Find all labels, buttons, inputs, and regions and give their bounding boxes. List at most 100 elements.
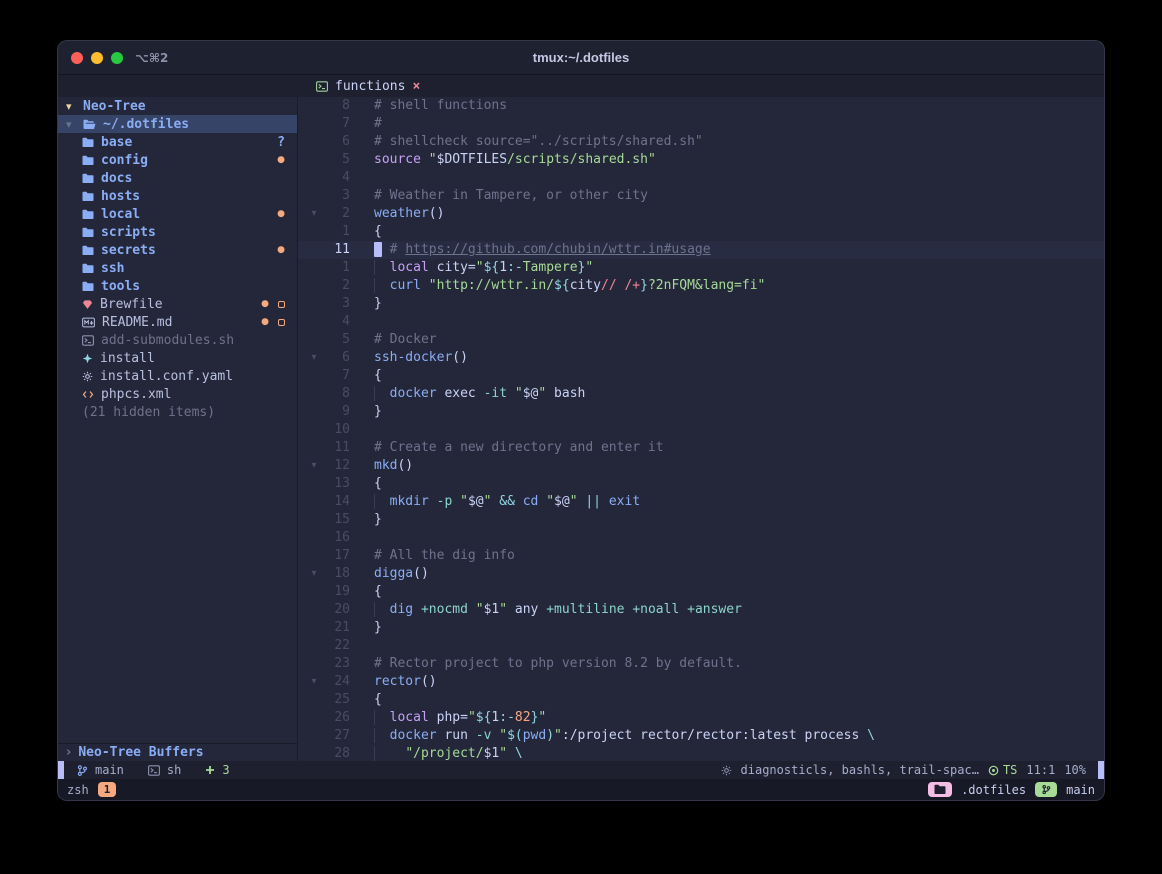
code-line-11[interactable]: 2 curl "http://wttr.in/${city// /+}?2nFQ… [298,277,1104,295]
tree-item-hosts[interactable]: hosts [58,187,297,205]
code-line-16[interactable]: 7{ [298,367,1104,385]
tree-root-label: ~/.dotfiles [103,117,189,132]
folder-icon [82,191,94,202]
tree-item-label: secrets [101,243,156,258]
neotree-title-row[interactable]: ▾Neo-Tree [58,97,297,115]
code-line-1[interactable]: 8# shell functions [298,97,1104,115]
tree-item-docs[interactable]: docs [58,169,297,187]
code-line-17[interactable]: 8 docker exec -it "$@" bash [298,385,1104,403]
code-line-37[interactable]: 28 "/project/$1" \ [298,745,1104,761]
code-line-23[interactable]: 14 mkdir -p "$@" && cd "$@" || exit [298,493,1104,511]
code-line-21[interactable]: ▾12mkd() [298,457,1104,475]
tree-item-label: config [101,153,148,168]
fold-column [306,385,322,403]
code-text: { [374,691,382,709]
statusline: main sh 3 diagnosticls, bashls, trail-sp… [58,761,1104,779]
tree-item-config[interactable]: config● [58,151,297,169]
code-text: } [374,511,382,529]
tmux-window-index-badge[interactable]: 1 [98,782,117,797]
line-number: 25 [322,691,350,709]
tree-item-install[interactable]: install [58,349,297,367]
gear-icon [82,371,93,382]
indent-guide [374,746,382,761]
tree-item-root[interactable]: ▾~/.dotfiles [58,115,297,133]
code-line-8[interactable]: 1{ [298,223,1104,241]
tmux-directory-label: .dotfiles [961,783,1026,797]
tree-item-label: Brewfile [100,297,163,312]
tmux-statusbar: zsh 1 .dotfiles main [58,779,1104,800]
code-line-15[interactable]: ▾6ssh-docker() [298,349,1104,367]
code-line-28[interactable]: 19 { [298,583,1104,601]
tree-item-brewfile[interactable]: Brewfile● [58,295,297,313]
code-line-5[interactable]: 4 [298,169,1104,187]
chevron-right-icon: › [66,745,71,760]
tree-item-base[interactable]: base? [58,133,297,151]
code-line-32[interactable]: 23# Rector project to php version 8.2 by… [298,655,1104,673]
code-line-22[interactable]: 13{ [298,475,1104,493]
neotree-buffers-header[interactable]: › Neo-Tree Buffers [58,743,297,761]
zoom-window-button[interactable] [111,52,123,64]
code-line-20[interactable]: 11# Create a new directory and enter it [298,439,1104,457]
code-line-7[interactable]: ▾2weather() [298,205,1104,223]
cursor-block [374,242,382,257]
code-line-4[interactable]: 5source "$DOTFILES/scripts/shared.sh" [298,151,1104,169]
line-number: 22 [322,637,350,655]
code-line-3[interactable]: 6# shellcheck source="../scripts/shared.… [298,133,1104,151]
filetype-icon [148,765,160,776]
code-line-10[interactable]: 1 local city="${1:-Tampere}" [298,259,1104,277]
code-line-12[interactable]: 3} [298,295,1104,313]
code-line-6[interactable]: 3# Weather in Tampere, or other city [298,187,1104,205]
code-line-14[interactable]: 5# Docker [298,331,1104,349]
code-line-27[interactable]: ▾18digga() [298,565,1104,583]
code-text: local city="${1:-Tampere}" [374,259,593,277]
tree-item-label: local [101,207,140,222]
window-shortcut-label: ⌥⌘2 [135,51,168,65]
code-line-33[interactable]: ▾24rector() [298,673,1104,691]
tab-functions[interactable]: functions × [306,75,430,97]
tmux-branch-label: main [1066,783,1095,797]
code-line-9[interactable]: 11 # https://github.com/chubin/wttr.in#u… [298,241,1104,259]
minimize-window-button[interactable] [91,52,103,64]
tree-item-secrets[interactable]: secrets● [58,241,297,259]
code-line-18[interactable]: 9} [298,403,1104,421]
tree-item-scripts[interactable]: scripts [58,223,297,241]
xml-icon [82,389,94,400]
git-branch-label: main [95,763,124,777]
code-line-30[interactable]: 21} [298,619,1104,637]
code-line-31[interactable]: 22 [298,637,1104,655]
fold-column [306,295,322,313]
code-area[interactable]: 8# shell functions7#6# shellcheck source… [298,97,1104,761]
tree-item-tools[interactable]: tools [58,277,297,295]
code-line-36[interactable]: 27 docker run -v "$(pwd)":/project recto… [298,727,1104,745]
code-line-24[interactable]: 15} [298,511,1104,529]
line-number: 7 [322,367,350,385]
code-line-29[interactable]: 20 dig +nocmd "$1" any +multiline +noall… [298,601,1104,619]
code-text: # All the dig info [374,547,515,565]
code-line-13[interactable]: 4 [298,313,1104,331]
tree-item-local[interactable]: local● [58,205,297,223]
line-number: 19 [322,583,350,601]
ruby-icon [82,299,93,310]
line-number: 17 [322,547,350,565]
tree-item-add-submodules-sh[interactable]: add-submodules.sh [58,331,297,349]
tree-item-phpcs-xml[interactable]: phpcs.xml [58,385,297,403]
code-line-35[interactable]: 26 local php="${1:-82}" [298,709,1104,727]
git-status-badges: ? [277,135,289,150]
code-line-19[interactable]: 10 [298,421,1104,439]
code-text: { [374,583,382,601]
tree-item-readme-md[interactable]: README.md● [58,313,297,331]
code-line-26[interactable]: 17 # All the dig info [298,547,1104,565]
tmux-directory-badge [928,782,952,797]
code-text: { [374,367,382,385]
line-number: 26 [322,709,350,727]
tab-close-icon[interactable]: × [412,79,420,94]
close-window-button[interactable] [71,52,83,64]
fold-column [306,691,322,709]
code-line-34[interactable]: 25 { [298,691,1104,709]
tree-item-ssh[interactable]: ssh [58,259,297,277]
tree-item-install-conf-yaml[interactable]: install.conf.yaml [58,367,297,385]
line-number: 10 [322,421,350,439]
dot-badge-icon: ● [261,317,269,327]
code-line-25[interactable]: 16 [298,529,1104,547]
code-line-2[interactable]: 7# [298,115,1104,133]
